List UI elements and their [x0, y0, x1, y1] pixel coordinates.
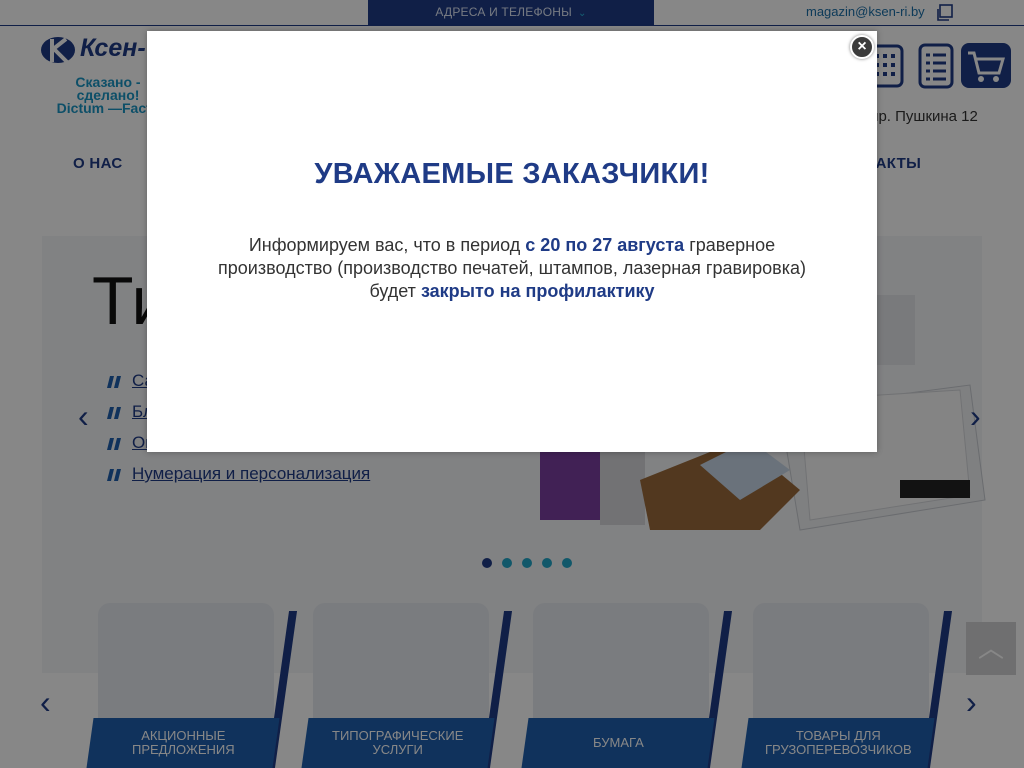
modal-message: Информируем вас, что в период с 20 по 27… — [218, 235, 806, 301]
closure-notice: закрыто на профилактику — [420, 281, 655, 301]
date-range: с 20 по 27 августа — [525, 235, 685, 255]
modal-title: УВАЖАЕМЫЕ ЗАКАЗЧИКИ! — [314, 158, 710, 190]
modal-close-button[interactable]: × — [850, 35, 874, 59]
close-icon: × — [857, 38, 867, 55]
